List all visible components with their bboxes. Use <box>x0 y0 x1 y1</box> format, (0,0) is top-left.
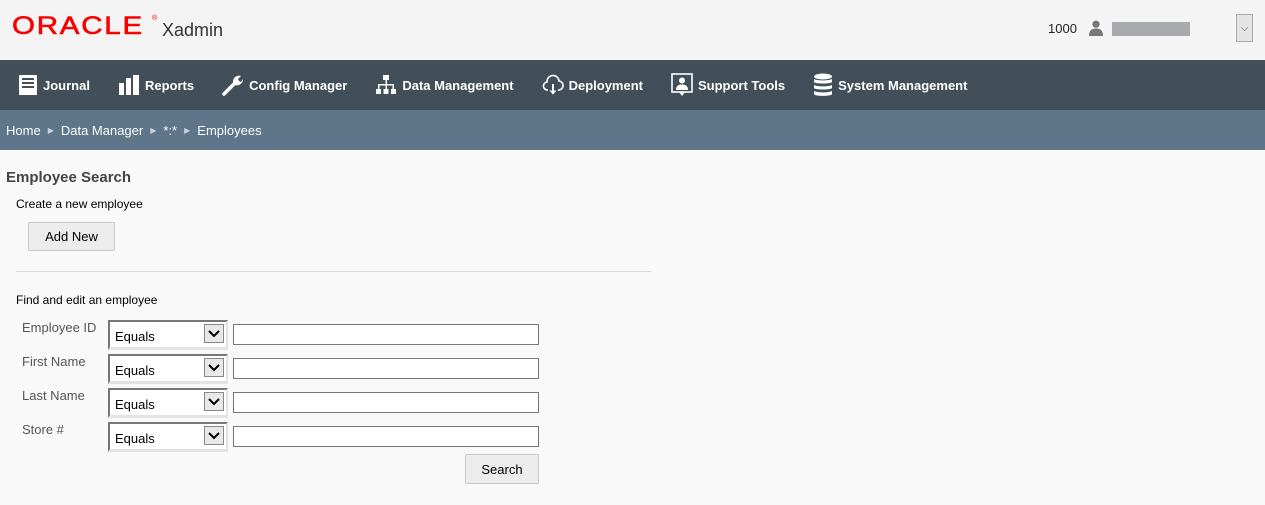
breadcrumb-employees: Employees <box>197 122 262 138</box>
last-name-operator-select[interactable]: Equals <box>108 388 228 418</box>
criteria-row-store: Store # Equals <box>0 422 560 452</box>
breadcrumb-home[interactable]: Home <box>6 123 41 138</box>
find-employee-label: Find and edit an employee <box>16 293 158 307</box>
nav-reports[interactable]: Reports <box>118 75 194 95</box>
criteria-row-employee-id: Employee ID Equals <box>0 320 560 350</box>
nav-label: Reports <box>144 77 195 93</box>
section-divider <box>16 271 651 272</box>
nav-deployment[interactable]: Deployment <box>542 74 643 96</box>
cloud-download-icon <box>542 74 564 95</box>
breadcrumb-data-manager[interactable]: Data Manager <box>61 123 143 138</box>
wrench-icon <box>222 75 244 96</box>
chevron-down-icon <box>204 358 224 377</box>
add-new-button[interactable]: Add New <box>28 222 115 251</box>
journal-icon <box>19 75 37 95</box>
app-name: Xadmin <box>162 20 224 40</box>
select-value: Equals <box>115 397 155 412</box>
user-menu-dropdown[interactable]: ⌵ <box>1236 14 1253 42</box>
store-number: 1000 <box>1048 21 1077 36</box>
nav-label: System Management <box>838 77 968 93</box>
nav-support-tools[interactable]: Support Tools <box>671 73 785 97</box>
hierarchy-icon <box>376 75 397 94</box>
first-name-operator-select[interactable]: Equals <box>108 354 228 384</box>
breadcrumb: Home ▶ Data Manager ▶ *:* ▶ Employees <box>0 110 1265 150</box>
nav-label: Config Manager <box>249 77 348 93</box>
main-nav: Journal Reports Config Manager Data Mana… <box>0 60 1265 110</box>
employee-id-label: Employee ID <box>22 320 97 335</box>
brand-logo-text: ORACLE <box>12 12 144 40</box>
bar-chart-icon <box>118 75 139 95</box>
store-input[interactable] <box>233 426 539 447</box>
select-value: Equals <box>115 329 155 344</box>
oracle-logo: ORACLE ® <box>12 13 158 39</box>
database-icon <box>814 73 833 96</box>
select-value: Equals <box>115 363 155 378</box>
chevron-down-icon <box>204 324 224 343</box>
chevron-down-icon <box>204 392 224 411</box>
breadcrumb-separator-icon: ▶ <box>150 125 157 135</box>
nav-label: Support Tools <box>697 77 786 93</box>
chevron-down-icon: ⌵ <box>1240 22 1249 34</box>
breadcrumb-separator-icon: ▶ <box>184 125 191 135</box>
store-operator-select[interactable]: Equals <box>108 422 228 452</box>
top-header: ORACLE ® Xadmin 1000 ⌵ <box>0 0 1265 60</box>
page-title: Employee Search <box>6 169 132 186</box>
breadcrumb-org-scope[interactable]: *:* <box>163 123 177 138</box>
employee-id-operator-select[interactable]: Equals <box>108 320 228 350</box>
user-icon <box>1089 20 1103 36</box>
first-name-input[interactable] <box>233 358 539 379</box>
create-employee-label: Create a new employee <box>16 197 143 211</box>
nav-config-manager[interactable]: Config Manager <box>222 74 347 96</box>
support-icon <box>671 73 693 96</box>
registered-mark: ® <box>152 15 158 22</box>
nav-system-management[interactable]: System Management <box>813 73 967 97</box>
breadcrumb-separator-icon: ▶ <box>47 125 54 135</box>
criteria-row-first-name: First Name Equals <box>0 354 560 384</box>
last-name-label: Last Name <box>22 388 85 403</box>
store-label: Store # <box>22 422 64 437</box>
nav-label: Deployment <box>568 77 643 93</box>
user-name[interactable] <box>1112 22 1190 36</box>
employee-id-input[interactable] <box>233 324 539 345</box>
nav-label: Data Management <box>402 77 514 93</box>
search-button[interactable]: Search <box>465 454 539 484</box>
last-name-input[interactable] <box>233 392 539 413</box>
nav-data-management[interactable]: Data Management <box>375 74 514 96</box>
chevron-down-icon <box>204 426 224 445</box>
nav-label: Journal <box>43 77 90 93</box>
first-name-label: First Name <box>22 354 86 369</box>
select-value: Equals <box>115 431 155 446</box>
nav-journal[interactable]: Journal <box>18 74 90 96</box>
criteria-row-last-name: Last Name Equals <box>0 388 560 418</box>
